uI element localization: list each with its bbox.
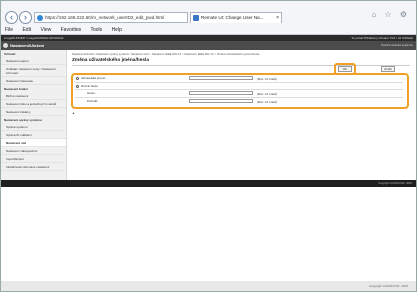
username-row: Uživatelské jméno: bbox=[76, 76, 106, 80]
star-icon[interactable]: ☆ bbox=[384, 10, 394, 19]
sidebar-item[interactable]: Nastavení tisku a jednotlivých modulů bbox=[1, 100, 66, 108]
forward-icon[interactable]: › bbox=[19, 11, 32, 24]
sidebar-section: Uživatel bbox=[4, 52, 16, 56]
sidebar-item[interactable]: Nastavení papíru bbox=[1, 57, 66, 65]
app-header: Nastavení/Uložení Úvodní stránka systému bbox=[1, 41, 416, 50]
sidebar-item[interactable]: Běžné nastavení bbox=[1, 92, 66, 100]
sidebar: Uživatel Nastavení papíru Ovládání nastave… bbox=[1, 50, 67, 180]
address-text: https://192.168.222.60/rn_network_userID… bbox=[45, 15, 165, 20]
menu-tools[interactable]: Tools bbox=[90, 27, 102, 33]
change-password-checkbox[interactable] bbox=[76, 84, 79, 88]
ok-button[interactable]: OK bbox=[338, 66, 352, 72]
sidebar-item[interactable]: Nastavení časovače bbox=[1, 77, 66, 85]
app-title: Nastavení/Uložení bbox=[10, 43, 45, 48]
username-checkbox[interactable] bbox=[76, 76, 79, 80]
sidebar-item[interactable]: Nastavení zabezpečení bbox=[1, 147, 66, 155]
address-bar[interactable]: https://192.168.222.60/rn_network_userID… bbox=[34, 12, 188, 23]
copyright: Copyright CANON INC. 2015 bbox=[378, 182, 412, 185]
sidebar-item[interactable]: Inicializovat informace nastavení bbox=[1, 163, 66, 171]
sidebar-item[interactable]: Správa ID oddělení bbox=[1, 131, 66, 139]
divider bbox=[75, 82, 403, 83]
menu-help[interactable]: Help bbox=[112, 27, 122, 33]
bottom-copyright: Copyright CANON INC. 2015 bbox=[369, 284, 408, 288]
password-label: Heslo: bbox=[87, 91, 96, 95]
toolbar-icons: ⌂ ☆ ⚙ bbox=[371, 10, 410, 19]
ie-icon bbox=[37, 14, 43, 21]
gear-icon[interactable]: ⚙ bbox=[400, 10, 410, 19]
back-icon[interactable]: ‹ bbox=[5, 11, 18, 24]
sidebar-item[interactable]: Import/Export bbox=[1, 155, 66, 163]
tab-close-icon[interactable]: × bbox=[276, 13, 279, 23]
sidebar-item[interactable]: Správa systému bbox=[1, 123, 66, 131]
sidebar-item[interactable]: Nastavení tiskárny bbox=[1, 108, 66, 116]
main-content: Nastavení/Uložení: Nastavení správy syst… bbox=[69, 50, 414, 180]
change-password-row: Změnit heslo bbox=[76, 84, 98, 88]
username-input[interactable] bbox=[189, 76, 253, 80]
browser-tab[interactable]: Remote UI: Change User Na... × bbox=[190, 12, 282, 23]
portal-link[interactable]: Úvodní stránka systému bbox=[381, 41, 413, 50]
password-input[interactable] bbox=[189, 91, 253, 95]
page-icon bbox=[193, 15, 199, 21]
browser-chrome: ‹ › https://192.168.222.60/rn_network_us… bbox=[1, 1, 416, 35]
menu-edit[interactable]: Edit bbox=[22, 27, 31, 33]
sidebar-item[interactable]: Nastavení sítě bbox=[1, 139, 66, 147]
bottom-bar: Copyright CANON INC. 2015 bbox=[1, 281, 416, 291]
confirm-hint: (Max. 24 znaků) bbox=[257, 99, 278, 104]
browser-window: ‹ › https://192.168.222.60/rn_network_us… bbox=[0, 0, 417, 292]
settings-icon bbox=[3, 43, 8, 48]
sidebar-item[interactable]: Ovládání nastavení cesty / Nastavení inf… bbox=[1, 65, 66, 77]
menu-view[interactable]: View bbox=[40, 27, 51, 33]
cancel-button[interactable]: Zrušit bbox=[381, 66, 395, 72]
confirm-label: Potvrdit: bbox=[87, 99, 99, 103]
back-to-top-link[interactable]: ▲ bbox=[72, 111, 75, 115]
page-title: Změna uživatelského jména/hesla bbox=[72, 58, 150, 63]
device-name: imageRUNNER / imageRUNNER ADVANCE bbox=[4, 36, 64, 40]
divider bbox=[72, 65, 410, 66]
menu-file[interactable]: File bbox=[5, 27, 13, 33]
tab-title: Remote UI: Change User Na... bbox=[201, 15, 264, 20]
menu-bar: File Edit View Favorites Tools Help bbox=[1, 25, 416, 35]
footer: Copyright CANON INC. 2015 bbox=[1, 180, 416, 187]
username-hint: (Max. 24 znaků) bbox=[257, 76, 278, 81]
divider bbox=[75, 97, 403, 98]
sidebar-section: Nastavení funkcí bbox=[4, 87, 28, 91]
confirm-input[interactable] bbox=[189, 99, 253, 103]
sidebar-section: Nastavení správy systému bbox=[4, 118, 42, 122]
password-hint: (Max. 24 znaků) bbox=[257, 91, 278, 96]
change-password-label: Změnit heslo bbox=[80, 84, 99, 88]
divider bbox=[75, 89, 403, 90]
username-label: Uživatelské jméno: bbox=[80, 76, 107, 80]
menu-favorites[interactable]: Favorites bbox=[61, 27, 82, 33]
breadcrumb: Nastavení/Uložení: Nastavení správy syst… bbox=[72, 52, 260, 56]
home-icon[interactable]: ⌂ bbox=[371, 10, 379, 19]
